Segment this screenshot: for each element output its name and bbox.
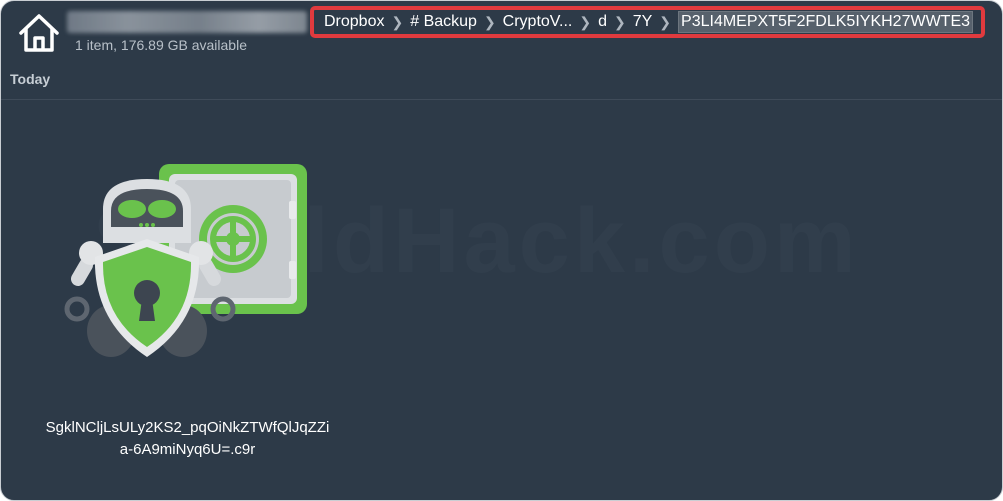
breadcrumb-item-7y[interactable]: 7Y [633, 13, 653, 31]
file-name-line-2: a-6A9miNyq6U=.c9r [119, 441, 256, 458]
chevron-right-icon: ❯ [391, 13, 404, 30]
chevron-right-icon: ❯ [483, 13, 496, 30]
file-name-label: SgklNCljLsULy2KS2_pqOiNkZTWfQlJqZZi a-6A… [15, 417, 360, 461]
path-breadcrumb: Dropbox ❯ # Backup ❯ CryptoV... ❯ d ❯ 7Y… [310, 6, 985, 38]
home-button[interactable] [15, 9, 63, 57]
breadcrumb-item-current[interactable]: P3LI4MEPXT5F2FDLK5IYKH27WWTE3 [678, 11, 974, 33]
house-icon [19, 14, 59, 52]
section-header-today: Today [10, 71, 51, 87]
finder-window: 1 item, 176.89 GB available Dropbox ❯ # … [0, 0, 1003, 501]
breadcrumb-item-dropbox[interactable]: Dropbox [324, 13, 384, 31]
cryptomator-vault-icon [64, 164, 307, 357]
window-title-blurred [67, 11, 307, 33]
item-count-status: 1 item, 176.89 GB available [75, 37, 247, 53]
chevron-right-icon: ❯ [659, 13, 672, 30]
file-item[interactable]: SgklNCljLsULy2KS2_pqOiNkZTWfQlJqZZi a-6A… [15, 151, 360, 461]
breadcrumb-item-d[interactable]: d [598, 13, 607, 31]
section-divider [1, 99, 1002, 100]
breadcrumb-item-backup[interactable]: # Backup [410, 13, 477, 31]
chevron-right-icon: ❯ [613, 13, 626, 30]
chevron-right-icon: ❯ [579, 13, 592, 30]
file-name-line-1: SgklNCljLsULy2KS2_pqOiNkZTWfQlJqZZi [45, 419, 330, 436]
breadcrumb-item-cryptov[interactable]: CryptoV... [503, 13, 573, 31]
